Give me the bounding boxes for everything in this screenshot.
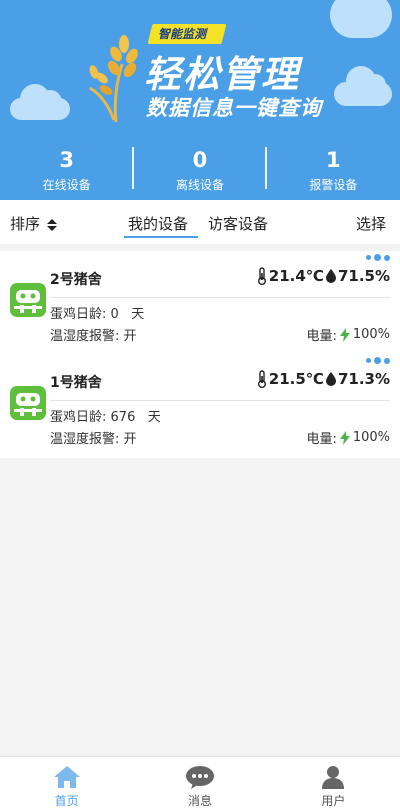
device-name: 2号猪舍 <box>50 272 102 288</box>
stat-label: 报警设备 <box>309 178 358 192</box>
alarm-label: 温湿度报警: <box>50 329 120 344</box>
lightning-icon <box>339 430 350 445</box>
stat-value: 0 <box>192 148 208 172</box>
banner-title: 轻松管理 <box>144 53 300 96</box>
age-value: 0 <box>110 307 119 322</box>
humidity-value: 71.3% <box>337 370 390 388</box>
device-stats: 3 在线设备 0 离线设备 1 报警设备 <box>0 138 400 196</box>
nav-label: 用户 <box>321 794 346 808</box>
thermometer-icon <box>257 370 266 388</box>
cloud-decoration <box>10 84 70 120</box>
nav-home[interactable]: 首页 <box>0 757 133 811</box>
more-options-icon[interactable] <box>366 357 390 364</box>
more-options-icon[interactable] <box>366 254 390 261</box>
banner-subtitle: 数据信息一键查询 <box>146 96 322 120</box>
stat-label: 在线设备 <box>42 178 91 192</box>
age-value: 676 <box>110 410 136 425</box>
humidity-value: 71.5% <box>337 267 390 285</box>
alarm-value: 开 <box>123 329 137 344</box>
active-tab-indicator <box>124 236 198 238</box>
stat-divider <box>132 147 134 189</box>
alarm-row: 温湿度报警: 开 <box>50 428 137 447</box>
thermometer-icon <box>257 267 266 285</box>
stat-divider <box>265 147 267 189</box>
humidity-icon <box>325 269 336 283</box>
power-value: 100% <box>352 430 390 445</box>
age-label: 蛋鸡日龄: <box>50 410 107 425</box>
temperature-value: 21.5℃ <box>268 370 324 388</box>
user-icon <box>322 766 345 789</box>
device-icon <box>10 386 46 420</box>
device-readings: 21.4℃ 71.5% <box>257 267 390 285</box>
device-name: 1号猪舍 <box>50 375 102 391</box>
stat-value: 3 <box>59 148 74 172</box>
alarm-label: 温湿度报警: <box>50 432 120 447</box>
banner-tag: 智能监测 <box>158 27 207 41</box>
bottom-navigation: 首页 消息 用户 <box>0 756 400 811</box>
device-icon <box>10 283 46 317</box>
home-icon <box>53 766 80 788</box>
stat-online[interactable]: 3 在线设备 <box>0 138 133 196</box>
chat-icon <box>185 766 214 789</box>
power-label: 电量: <box>306 432 337 447</box>
nav-messages[interactable]: 消息 <box>133 757 266 811</box>
nav-label: 消息 <box>187 794 212 808</box>
sort-button[interactable]: 排序 <box>10 213 57 234</box>
humidity-icon <box>325 372 336 386</box>
age-row: 蛋鸡日龄: 676 天 <box>50 406 161 425</box>
age-unit: 天 <box>131 307 145 322</box>
power-row: 电量: 100% <box>306 325 390 344</box>
wheat-icon <box>89 35 138 122</box>
sort-icon <box>46 218 57 231</box>
cloud-decoration <box>334 66 392 106</box>
nav-label: 首页 <box>54 794 79 808</box>
sort-label: 排序 <box>10 215 41 233</box>
device-card[interactable]: 1号猪舍 21.5℃ 71.3% 蛋鸡日龄: 676 天 温湿度报警: 开 电量… <box>0 354 400 458</box>
device-card[interactable]: 2号猪舍 21.4℃ 71.5% 蛋鸡日龄: 0 天 温湿度报警: 开 电量: … <box>0 251 400 355</box>
alarm-value: 开 <box>123 432 137 447</box>
alarm-row: 温湿度报警: 开 <box>50 325 137 344</box>
card-divider <box>50 297 390 298</box>
nav-user[interactable]: 用户 <box>267 757 400 811</box>
stat-value: 1 <box>326 148 341 172</box>
power-row: 电量: 100% <box>306 428 390 447</box>
card-divider <box>50 400 390 401</box>
power-label: 电量: <box>306 329 337 344</box>
device-readings: 21.5℃ 71.3% <box>257 370 390 388</box>
age-unit: 天 <box>147 410 161 425</box>
lightning-icon <box>339 327 350 342</box>
cloud-decoration <box>330 0 392 38</box>
stat-alarm[interactable]: 1 报警设备 <box>267 138 400 196</box>
tab-my-devices[interactable]: 我的设备 <box>128 213 188 234</box>
select-button[interactable]: 选择 <box>356 213 386 234</box>
age-row: 蛋鸡日龄: 0 天 <box>50 303 144 322</box>
power-value: 100% <box>352 327 390 342</box>
temperature-value: 21.4℃ <box>268 267 324 285</box>
age-label: 蛋鸡日龄: <box>50 307 107 322</box>
tab-visitor-devices[interactable]: 访客设备 <box>208 213 268 234</box>
stat-label: 离线设备 <box>175 178 224 192</box>
device-toolbar: 排序 我的设备 访客设备 选择 <box>0 200 400 244</box>
stat-offline[interactable]: 0 离线设备 <box>133 138 266 196</box>
